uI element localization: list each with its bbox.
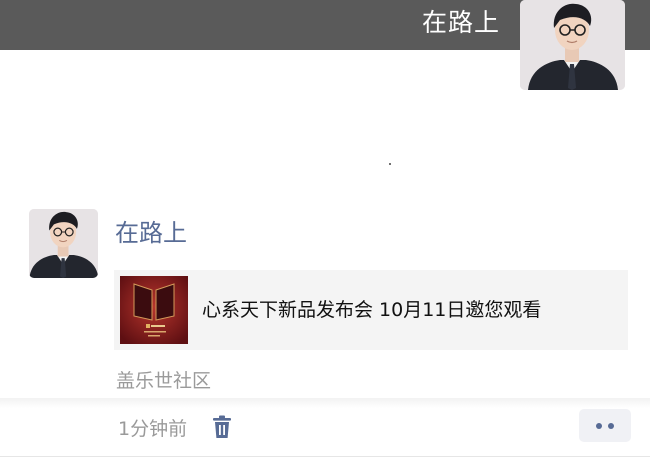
- shared-link-card[interactable]: 心系天下新品发布会 10月11日邀您观看: [114, 270, 628, 350]
- two-dots-icon: [596, 422, 602, 429]
- section-shadow: [0, 398, 650, 408]
- cover-avatar[interactable]: [520, 0, 625, 90]
- user-avatar-icon: [29, 209, 98, 278]
- post-source[interactable]: 盖乐世社区: [116, 367, 211, 395]
- moments-page: 在路上 在路上 心系天下新品发布会 10月11日邀您观看 盖乐世社区 1分钟前: [0, 0, 650, 461]
- cover-user-name[interactable]: 在路上: [422, 6, 500, 40]
- two-dots-icon: [608, 422, 614, 429]
- post-avatar[interactable]: [29, 209, 98, 278]
- more-actions-button[interactable]: [579, 409, 631, 442]
- trash-icon[interactable]: [211, 415, 233, 439]
- divider: [0, 456, 650, 457]
- post-timestamp: 1分钟前: [118, 418, 188, 440]
- user-avatar-icon: [520, 0, 625, 90]
- link-thumbnail: [120, 276, 188, 344]
- post-author-name[interactable]: 在路上: [115, 215, 187, 251]
- divider-dot: [389, 163, 391, 165]
- foldable-phone-poster-icon: [120, 276, 188, 344]
- link-title: 心系天下新品发布会 10月11日邀您观看: [202, 299, 542, 321]
